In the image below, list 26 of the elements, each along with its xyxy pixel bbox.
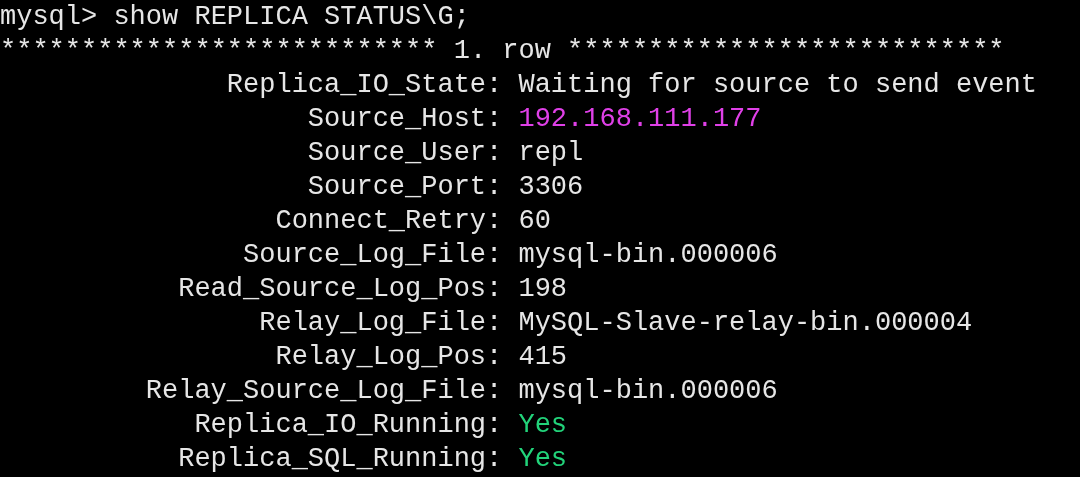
field-value: 60	[518, 205, 551, 238]
field-value: 3306	[518, 171, 584, 204]
field-label: Source_User:	[307, 137, 503, 170]
field-label: Read_Source_Log_Pos:	[178, 273, 503, 306]
field-value: Yes	[518, 443, 568, 476]
field-value: 415	[518, 341, 568, 374]
field-label: Replica_SQL_Running:	[178, 443, 503, 476]
field-label: Source_Port:	[307, 171, 503, 204]
field-value: repl	[518, 137, 584, 170]
field-value: mysql-bin.000006	[518, 375, 778, 408]
field-label: Source_Host:	[307, 103, 503, 136]
field-value: 192.168.111.177	[518, 103, 762, 136]
row-header: *************************** 1. row ***************************	[0, 35, 1005, 68]
field-label: Connect_Retry:	[275, 205, 503, 238]
field-value: Waiting for source to send event	[518, 69, 1037, 102]
field-label: Relay_Log_Pos:	[275, 341, 503, 374]
field-label: Source_Log_File:	[243, 239, 503, 272]
field-value: Yes	[518, 409, 568, 442]
field-value: mysql-bin.000006	[518, 239, 778, 272]
command-prompt: mysql> show REPLICA STATUS\G;	[0, 1, 470, 34]
field-label: Replica_IO_State:	[226, 69, 503, 102]
field-label: Replica_IO_Running:	[194, 409, 503, 442]
field-value: MySQL-Slave-relay-bin.000004	[518, 307, 973, 340]
field-value: 198	[518, 273, 568, 306]
field-label: Relay_Log_File:	[259, 307, 503, 340]
field-label: Relay_Source_Log_File:	[145, 375, 503, 408]
